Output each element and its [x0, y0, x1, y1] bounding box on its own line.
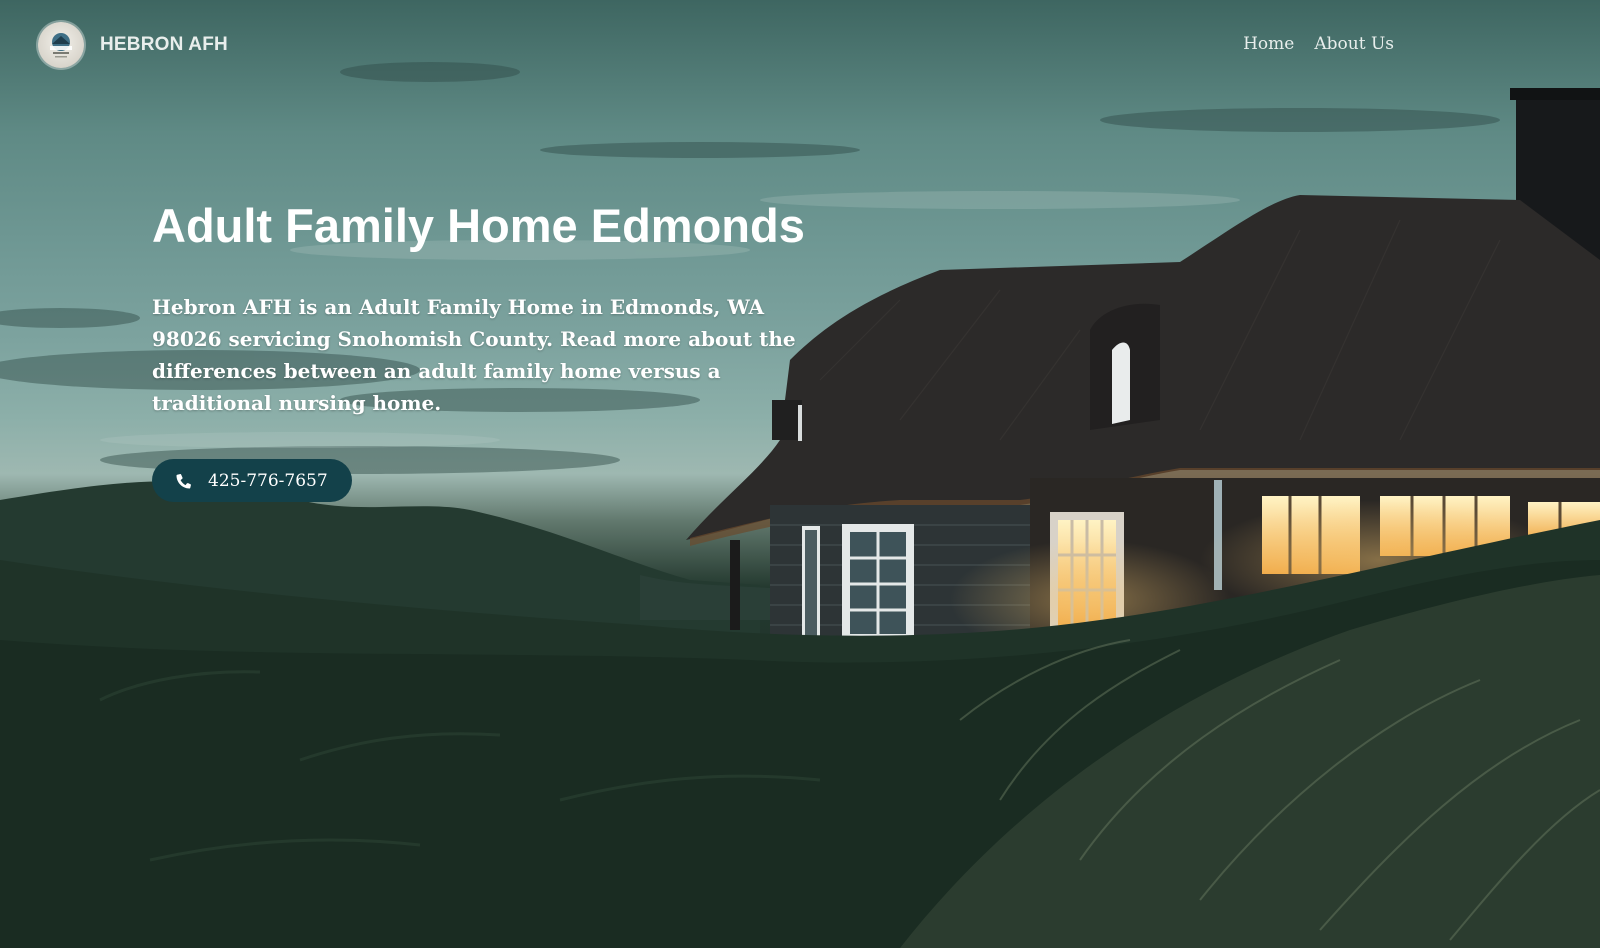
nav-about-us-link[interactable]: About Us [1314, 34, 1394, 54]
hero-content: Adult Family Home Edmonds Hebron AFH is … [152, 198, 832, 503]
call-phone-button[interactable]: 425-776-7657 [152, 459, 352, 503]
hero-description: Hebron AFH is an Adult Family Home in Ed… [152, 295, 796, 416]
nav-home-link[interactable]: Home [1243, 34, 1294, 54]
hero-section: HEBRON AFH Home About Us Adult Family Ho… [0, 0, 1600, 948]
brand-name[interactable]: HEBRON AFH [100, 34, 228, 56]
hero-title: Adult Family Home Edmonds [152, 199, 805, 252]
brand[interactable]: HEBRON AFH [38, 22, 228, 68]
call-phone-label: 425-776-7657 [208, 470, 328, 491]
main-nav: Home About Us [1243, 34, 1394, 54]
hebron-logo-icon[interactable] [38, 22, 84, 68]
phone-icon [174, 471, 194, 491]
